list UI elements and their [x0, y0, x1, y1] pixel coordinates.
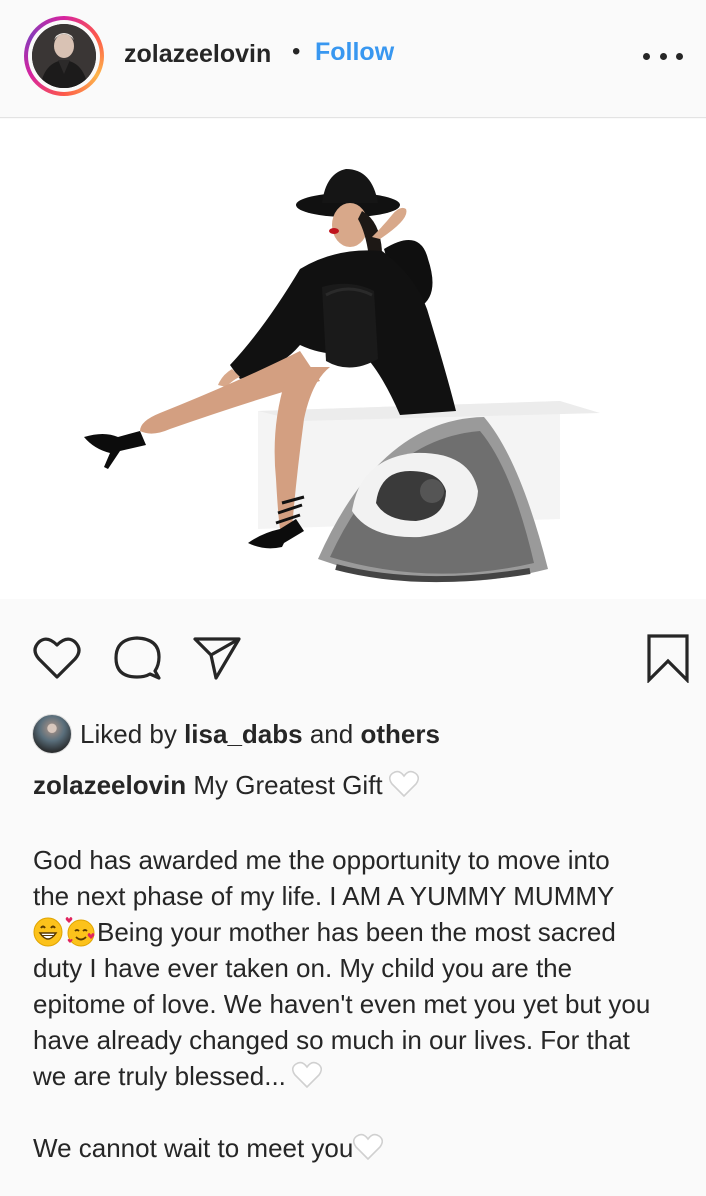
liked-by-row[interactable]: Liked by lisa_dabs and others	[32, 714, 440, 754]
post-image	[84, 169, 600, 583]
liked-by-user[interactable]: lisa_dabs	[184, 719, 303, 750]
caption-username[interactable]: zolazeelovin	[33, 770, 186, 800]
caption-line: have already changed so much in our live…	[33, 1025, 630, 1055]
caption-line: the next phase of my life. I AM A YUMMY …	[33, 881, 615, 911]
story-ring[interactable]	[24, 16, 104, 96]
caption-line-text: Being your mother has been the most sacr…	[97, 917, 616, 947]
comment-icon[interactable]	[113, 635, 161, 686]
caption-title: My Greatest Gift	[193, 770, 383, 800]
caption-line: Being your mother has been the most sacr…	[33, 914, 693, 950]
caption-closing-text: We cannot wait to meet you	[33, 1133, 354, 1163]
heart-icon[interactable]	[33, 636, 81, 685]
follow-button[interactable]: Follow	[315, 38, 394, 67]
liked-by-prefix: Liked by	[80, 718, 177, 749]
separator-dot: •	[292, 38, 301, 65]
white-heart-icon	[353, 1133, 384, 1161]
grinning-face-icon	[33, 917, 63, 947]
more-horizontal-icon[interactable]	[643, 46, 683, 66]
post-photo[interactable]	[0, 119, 706, 599]
bookmark-icon[interactable]	[646, 633, 690, 688]
caption-header: zolazeelovin My Greatest Gift	[33, 770, 419, 801]
caption-line: epitome of love. We haven't even met you…	[33, 989, 651, 1019]
liked-by-middle: and	[309, 718, 354, 749]
caption-closing: We cannot wait to meet you	[33, 1130, 693, 1166]
post-header: zolazeelovin • Follow	[0, 0, 706, 118]
caption-line-text: we are truly blessed...	[33, 1061, 286, 1091]
caption-body: God has awarded me the opportunity to mo…	[33, 842, 693, 1166]
smiling-face-with-hearts-icon	[65, 917, 95, 947]
white-heart-icon	[388, 770, 419, 798]
caption-line: we are truly blessed...	[33, 1058, 693, 1094]
post-username[interactable]: zolazeelovin	[124, 40, 271, 69]
caption-line: duty I have ever taken on. My child you …	[33, 953, 573, 983]
white-heart-icon	[291, 1061, 322, 1089]
avatar	[32, 24, 96, 88]
share-icon[interactable]	[192, 635, 242, 686]
liked-by-others[interactable]: others	[360, 719, 439, 750]
avatar-portrait	[32, 24, 96, 88]
liker-avatar	[32, 714, 72, 754]
caption-line: God has awarded me the opportunity to mo…	[33, 845, 610, 875]
post-actions-bar	[0, 600, 706, 700]
